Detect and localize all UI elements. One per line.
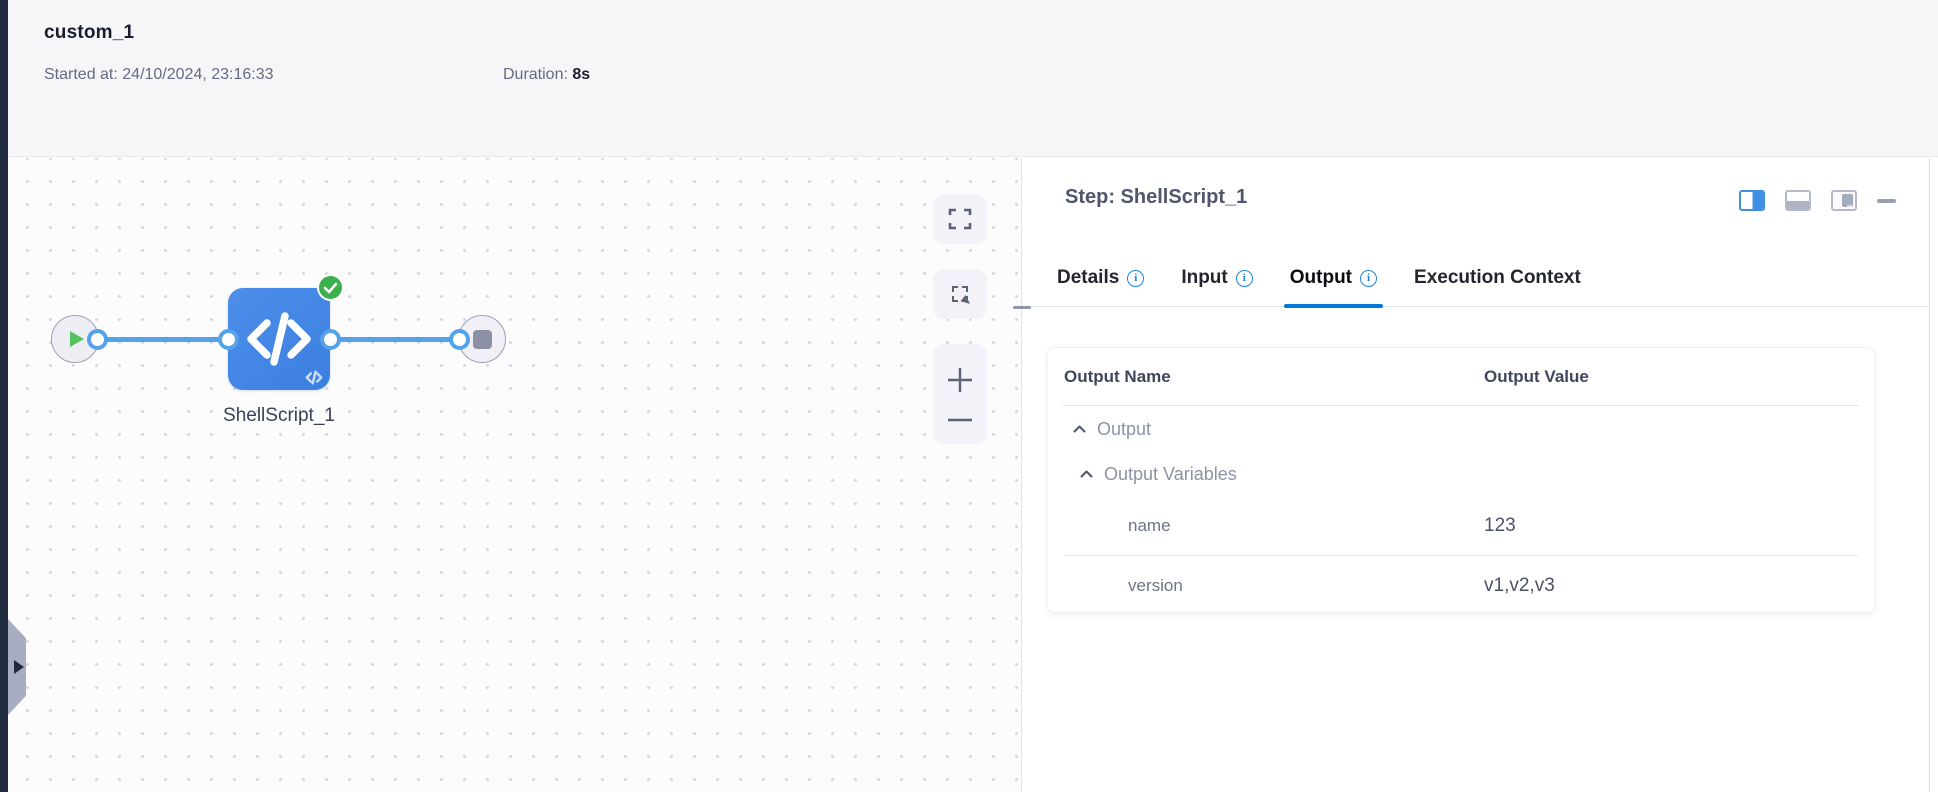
tab-input[interactable]: Input i <box>1181 250 1253 307</box>
view-split-right-icon[interactable] <box>1739 190 1765 211</box>
collapsed-left-nav <box>0 0 8 792</box>
output-table-card: Output Name Output Value Output Output V… <box>1047 347 1875 613</box>
fullscreen-icon <box>948 208 972 230</box>
pipeline-execution-page: custom_1 Started at: 24/10/2024, 23:16:3… <box>0 0 1938 792</box>
chevron-up-icon <box>1080 470 1093 478</box>
output-value-cell: v1,v2,v3 <box>1484 574 1555 596</box>
view-floating-icon[interactable] <box>1831 190 1857 211</box>
duration-value: 8s <box>572 66 591 83</box>
chevron-up-icon <box>1073 425 1086 433</box>
tab-output[interactable]: Output i <box>1283 250 1384 308</box>
table-row: version v1,v2,v3 <box>1048 556 1874 615</box>
info-icon[interactable]: i <box>1360 269 1378 287</box>
group-row-output-variables[interactable]: Output Variables <box>1048 452 1874 496</box>
step-panel-title: Step: ShellScript_1 <box>1065 186 1248 208</box>
marquee-icon <box>952 286 973 307</box>
view-split-bottom-icon[interactable] <box>1785 190 1811 211</box>
expand-left-nav-handle[interactable] <box>8 619 26 715</box>
edge-step-to-end <box>330 337 460 342</box>
port-step-in[interactable] <box>218 329 239 350</box>
port-step-out[interactable] <box>320 329 341 350</box>
step-node-label: ShellScript_1 <box>223 405 335 426</box>
group-row-output[interactable]: Output <box>1048 406 1874 452</box>
info-icon[interactable]: i <box>1127 269 1145 287</box>
play-icon <box>70 331 84 347</box>
stop-icon <box>472 329 492 349</box>
tab-details[interactable]: Details i <box>1057 250 1145 307</box>
execution-header: custom_1 Started at: 24/10/2024, 23:16:3… <box>8 0 1938 157</box>
started-at-text: Started at: 24/10/2024, 23:16:33 <box>44 66 274 83</box>
step-node-shellscript[interactable] <box>228 288 330 390</box>
port-end-in[interactable] <box>449 329 470 350</box>
tab-execution-context[interactable]: Execution Context <box>1414 250 1581 307</box>
expand-canvas-button[interactable] <box>933 194 987 244</box>
info-icon[interactable]: i <box>1235 269 1253 287</box>
code-mini-icon <box>305 370 323 385</box>
duration-text: Duration: 8s <box>503 66 590 84</box>
chevron-right-icon <box>13 660 24 674</box>
success-check-icon <box>317 274 344 301</box>
workflow-canvas[interactable]: ShellScript_1 <box>8 158 1022 792</box>
output-table-header: Output Name Output Value <box>1048 348 1874 406</box>
step-tabs: Details i Input i Output i Execution Con… <box>1022 250 1930 308</box>
step-details-panel: Step: ShellScript_1 Details i Input i Ou… <box>1022 158 1930 792</box>
group-label: Output Variables <box>1104 463 1237 484</box>
duration-label: Duration: <box>503 66 568 83</box>
edge-start-to-step <box>99 337 229 342</box>
zoom-controls <box>933 344 987 444</box>
table-row: name 123 <box>1048 496 1874 555</box>
marquee-select-button[interactable] <box>933 269 987 319</box>
output-name-cell: version <box>1128 575 1183 595</box>
output-value-cell: 123 <box>1484 514 1516 536</box>
code-icon <box>247 312 311 366</box>
execution-title: custom_1 <box>44 22 135 43</box>
column-output-value: Output Value <box>1484 367 1589 386</box>
panel-view-controls <box>1739 190 1896 211</box>
zoom-in-icon[interactable] <box>945 365 975 395</box>
port-start-out[interactable] <box>87 329 108 350</box>
minimize-panel-icon[interactable] <box>1877 198 1896 203</box>
zoom-out-icon[interactable] <box>945 416 975 424</box>
panel-resize-handle[interactable] <box>1013 306 1031 309</box>
group-label: Output <box>1097 418 1152 439</box>
output-name-cell: name <box>1128 515 1171 535</box>
column-output-name: Output Name <box>1064 367 1171 386</box>
